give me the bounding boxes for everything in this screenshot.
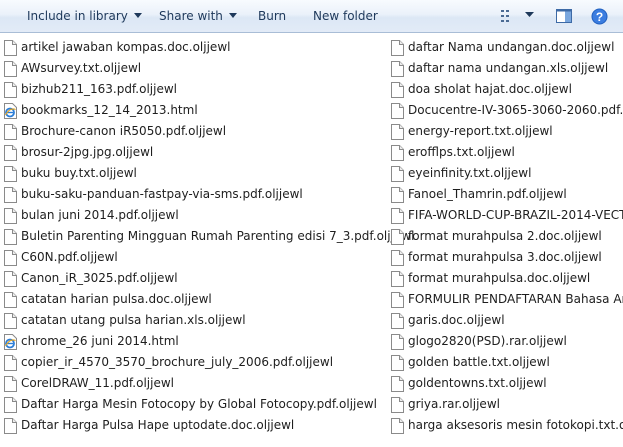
file-item[interactable]: AWsurvey.txt.oljjewl (0, 58, 414, 79)
file-item[interactable]: format murahpulsa.doc.oljjewl (387, 268, 623, 289)
file-name: daftar nama undangan.xls.oljjewl (408, 61, 609, 75)
file-item[interactable]: Fanoel_Thamrin.pdf.oljjewl (387, 184, 623, 205)
file-name: harga aksesoris mesin fotokopi.txt.oljje… (408, 418, 623, 432)
file-item[interactable]: glogo2820(PSD).rar.oljjewl (387, 331, 623, 352)
file-item[interactable]: copier_ir_4570_3570_brochure_july_2006.p… (0, 352, 414, 373)
file-item[interactable]: bulan juni 2014.pdf.oljjewl (0, 205, 414, 226)
file-item[interactable]: doa sholat hajat.doc.oljjewl (387, 79, 623, 100)
file-name: format murahpulsa 3.doc.oljjewl (408, 250, 602, 264)
chevron-down-icon (133, 13, 142, 18)
file-item[interactable]: format murahpulsa 3.doc.oljjewl (387, 247, 623, 268)
file-item[interactable]: Buletin Parenting Mingguan Rumah Parenti… (0, 226, 414, 247)
file-name: doa sholat hajat.doc.oljjewl (408, 82, 572, 96)
file-item[interactable]: garis.doc.oljjewl (387, 310, 623, 331)
help-icon[interactable]: ? (591, 8, 608, 25)
burn-button[interactable]: Burn (258, 0, 286, 32)
command-bar: Include in library Share with Burn New f… (0, 0, 623, 33)
file-name: Daftar Harga Pulsa Hape uptodate.doc.olj… (21, 418, 295, 432)
preview-pane-icon[interactable] (556, 8, 572, 24)
file-item[interactable]: eyeinfinity.txt.oljjewl (387, 163, 623, 184)
file-item[interactable]: buku-saku-panduan-fastpay-via-sms.pdf.ol… (0, 184, 414, 205)
file-item[interactable]: griya.rar.oljjewl (387, 394, 623, 415)
file-item[interactable]: daftar Nama undangan.doc.oljjewl (387, 37, 623, 58)
file-item[interactable]: brosur-2jpg.jpg.oljjewl (0, 142, 414, 163)
file-item[interactable]: Daftar Harga Mesin Fotocopy by Global Fo… (0, 394, 414, 415)
file-item[interactable]: Daftar Harga Pulsa Hape uptodate.doc.olj… (0, 415, 414, 436)
file-name: bulan juni 2014.pdf.oljjewl (21, 208, 179, 222)
file-name: Fanoel_Thamrin.pdf.oljjewl (408, 187, 567, 201)
file-item[interactable]: artikel jawaban kompas.doc.oljjewl (0, 37, 414, 58)
file-name: eyeinfinity.txt.oljjewl (408, 166, 532, 180)
file-name: buku buy.txt.oljjewl (21, 166, 137, 180)
file-item[interactable]: Docucentre-IV-3065-3060-2060.pdf.oljjew (387, 100, 623, 121)
file-item[interactable]: format murahpulsa 2.doc.oljjewl (387, 226, 623, 247)
file-name: Canon_iR_3025.pdf.oljjewl (21, 271, 178, 285)
file-name: brosur-2jpg.jpg.oljjewl (21, 145, 154, 159)
file-item[interactable]: goldentowns.txt.oljjewl (387, 373, 623, 394)
file-item[interactable]: Brochure-canon iR5050.pdf.oljjewl (0, 121, 414, 142)
file-name: FIFA-WORLD-CUP-BRAZIL-2014-VECTOR (408, 208, 623, 222)
file-name: goldentowns.txt.oljjewl (408, 376, 547, 390)
file-item[interactable]: catatan harian pulsa.doc.oljjewl (0, 289, 414, 310)
svg-text:?: ? (596, 10, 603, 24)
file-item[interactable]: CorelDRAW_11.pdf.oljjewl (0, 373, 414, 394)
file-item[interactable]: harga aksesoris mesin fotokopi.txt.oljje… (387, 415, 623, 436)
file-list: artikel jawaban kompas.doc.oljjewl AWsurv… (0, 33, 623, 447)
include-in-library-label: Include in library (27, 9, 128, 23)
file-name: bookmarks_12_14_2013.html (21, 103, 198, 117)
file-name: Docucentre-IV-3065-3060-2060.pdf.oljjew (408, 103, 623, 117)
file-name: Brochure-canon iR5050.pdf.oljjewl (21, 124, 227, 138)
file-item[interactable]: buku buy.txt.oljjewl (0, 163, 414, 184)
file-item[interactable]: FORMULIR PENDAFTARAN Bahasa Arab (387, 289, 623, 310)
file-name: glogo2820(PSD).rar.oljjewl (408, 334, 567, 348)
file-name: catatan utang pulsa harian.xls.oljjewl (21, 313, 246, 327)
file-name: Buletin Parenting Mingguan Rumah Parenti… (21, 229, 415, 243)
file-name: FORMULIR PENDAFTARAN Bahasa Arab (408, 292, 623, 306)
file-name: format murahpulsa 2.doc.oljjewl (408, 229, 602, 243)
file-name: erofflps.txt.oljjewl (408, 145, 515, 159)
share-with-label: Share with (159, 9, 223, 23)
file-item[interactable]: bizhub211_163.pdf.oljjewl (0, 79, 414, 100)
file-item[interactable]: FIFA-WORLD-CUP-BRAZIL-2014-VECTOR (387, 205, 623, 226)
new-folder-button[interactable]: New folder (313, 0, 378, 32)
file-name: golden battle.txt.oljjewl (408, 355, 550, 369)
file-name: griya.rar.oljjewl (408, 397, 500, 411)
file-item[interactable]: Canon_iR_3025.pdf.oljjewl (0, 268, 414, 289)
file-item[interactable]: energy-report.txt.oljjewl (387, 121, 623, 142)
new-folder-label: New folder (313, 9, 378, 23)
file-name: energy-report.txt.oljjewl (408, 124, 553, 138)
file-name: Daftar Harga Mesin Fotocopy by Global Fo… (21, 397, 377, 411)
chevron-down-icon (228, 13, 237, 18)
file-column-right: daftar Nama undangan.doc.oljjewl daftar n… (387, 37, 623, 436)
file-item[interactable]: bookmarks_12_14_2013.html (0, 100, 414, 121)
file-item[interactable]: chrome_26 juni 2014.html (0, 331, 414, 352)
share-with-button[interactable]: Share with (159, 0, 237, 32)
burn-label: Burn (258, 9, 287, 23)
view-options-icon[interactable] (500, 8, 516, 24)
file-item[interactable]: daftar nama undangan.xls.oljjewl (387, 58, 623, 79)
file-column-left: artikel jawaban kompas.doc.oljjewl AWsurv… (0, 37, 414, 436)
file-name: chrome_26 juni 2014.html (21, 334, 179, 348)
file-item[interactable]: erofflps.txt.oljjewl (387, 142, 623, 163)
file-item[interactable]: catatan utang pulsa harian.xls.oljjewl (0, 310, 414, 331)
file-name: bizhub211_163.pdf.oljjewl (21, 82, 177, 96)
file-name: garis.doc.oljjewl (408, 313, 505, 327)
file-item[interactable]: golden battle.txt.oljjewl (387, 352, 623, 373)
file-name: C60N.pdf.oljjewl (21, 250, 118, 264)
file-name: daftar Nama undangan.doc.oljjewl (408, 40, 615, 54)
file-name: copier_ir_4570_3570_brochure_july_2006.p… (21, 355, 334, 369)
file-name: artikel jawaban kompas.doc.oljjewl (21, 40, 231, 54)
view-options-chevron-down-icon[interactable] (525, 12, 534, 18)
include-in-library-button[interactable]: Include in library (27, 0, 142, 32)
file-item[interactable]: C60N.pdf.oljjewl (0, 247, 414, 268)
file-name: buku-saku-panduan-fastpay-via-sms.pdf.ol… (21, 187, 303, 201)
file-name: format murahpulsa.doc.oljjewl (408, 271, 591, 285)
file-name: catatan harian pulsa.doc.oljjewl (21, 292, 212, 306)
file-name: AWsurvey.txt.oljjewl (21, 61, 142, 75)
file-name: CorelDRAW_11.pdf.oljjewl (21, 376, 174, 390)
